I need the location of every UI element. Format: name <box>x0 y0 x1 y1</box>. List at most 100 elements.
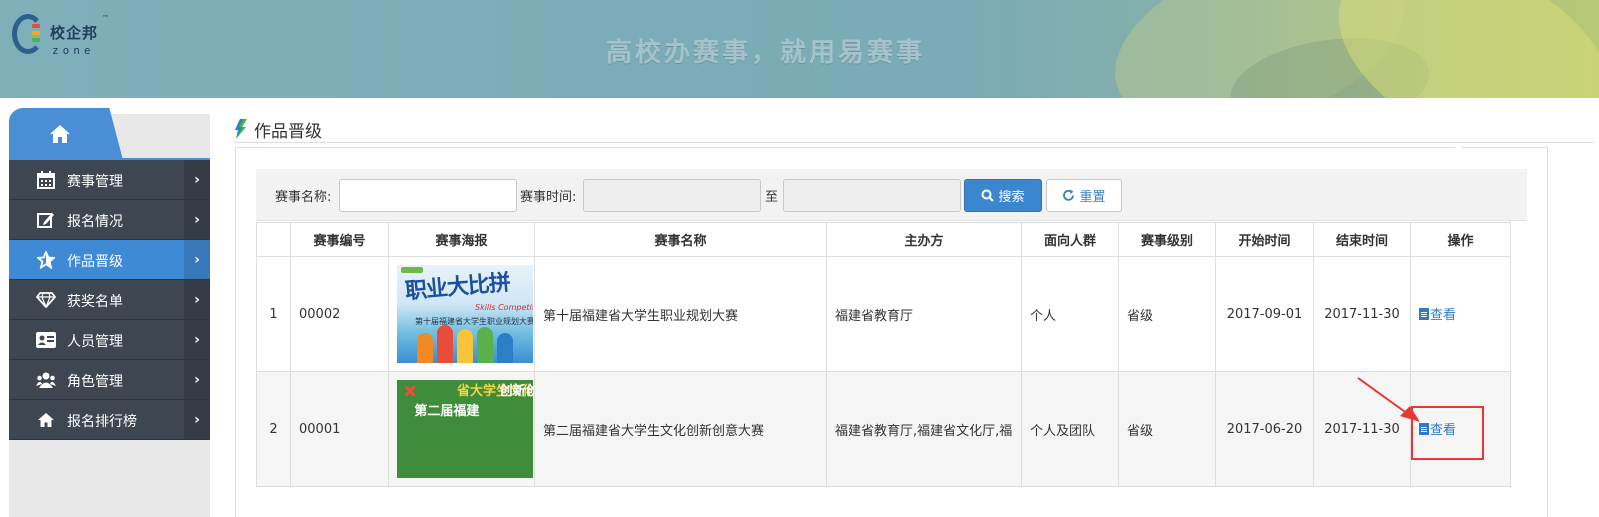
event-name: 第二届福建省大学生文化创新创意大赛 <box>534 371 827 487</box>
action-cell: 查看 <box>1410 256 1511 372</box>
event-start-date: 2017-09-01 <box>1215 256 1314 372</box>
date-range-separator: 至 <box>765 190 779 205</box>
header-slogan: 高校办赛事，就用易赛事 <box>606 38 926 68</box>
id-card-icon <box>36 331 56 349</box>
column-header: 面向人群 <box>1021 222 1119 257</box>
poster-figure <box>437 325 453 363</box>
sidebar-item-label: 赛事管理 <box>67 174 123 190</box>
chevron-right-icon: › <box>184 240 210 279</box>
event-poster-image[interactable]: 职业大比拼 Skills Competition 第十届福建省大学生职业规划大赛 <box>397 265 533 363</box>
sidebar-item-ranking[interactable]: 报名排行榜 › <box>9 400 210 440</box>
logo-text: 校企邦 <box>50 24 99 42</box>
edit-icon <box>36 211 56 229</box>
event-name: 第十届福建省大学生职业规划大赛 <box>534 256 827 372</box>
refresh-icon <box>1062 189 1075 202</box>
event-organizer: 福建省教育厅 <box>826 256 1022 372</box>
sidebar-item-label: 人员管理 <box>67 334 123 350</box>
event-audience: 个人及团队 <box>1021 371 1119 487</box>
logo-subtext: zone <box>52 44 95 57</box>
event-poster-image[interactable]: 第二届福建 省大学生文化 创新创意大赛 <box>397 380 533 478</box>
poster-english-text: Skills Competition <box>475 303 533 312</box>
page-title: 作品晋级 <box>254 122 322 142</box>
column-header: 结束时间 <box>1313 222 1411 257</box>
search-button[interactable]: 搜索 <box>964 179 1042 212</box>
sidebar-item-personnel[interactable]: 人员管理 › <box>9 320 210 360</box>
home-icon <box>50 125 70 143</box>
poster-figure <box>457 329 473 363</box>
event-level: 省级 <box>1118 256 1216 372</box>
sidebar-item-work-promotion[interactable]: 作品晋级 › <box>9 240 210 280</box>
poster-cell: 职业大比拼 Skills Competition 第十届福建省大学生职业规划大赛 <box>388 256 535 372</box>
star-icon <box>36 251 56 269</box>
event-name-input[interactable] <box>339 179 517 212</box>
search-bar: 赛事名称: 赛事时间: 至 搜索 重置 <box>256 169 1527 221</box>
row-index: 2 <box>256 371 291 487</box>
home-tab[interactable] <box>9 108 123 160</box>
poster-figure <box>477 327 493 363</box>
event-name-label: 赛事名称: <box>275 190 332 205</box>
sidebar-item-event-management[interactable]: 赛事管理 › <box>9 160 210 200</box>
reset-button-label: 重置 <box>1079 190 1106 205</box>
search-button-label: 搜索 <box>998 190 1025 205</box>
poster-logo <box>401 267 423 273</box>
reset-button[interactable]: 重置 <box>1046 179 1122 212</box>
column-header: 赛事级别 <box>1118 222 1216 257</box>
view-link[interactable]: 查看 <box>1419 304 1456 323</box>
column-header: 操作 <box>1410 222 1511 257</box>
table-row[interactable]: 1 00002 职业大比拼 Skills Competition 第十届福建省大… <box>256 256 1511 372</box>
diamond-icon <box>36 291 56 309</box>
search-icon <box>981 189 995 202</box>
panel-notch <box>1455 146 1461 150</box>
table-row[interactable]: 2 00001 第二届福建 省大学生文化 创新创意大赛 第二届福建省大学生文化创… <box>256 371 1511 487</box>
row-index: 1 <box>256 256 291 372</box>
title-divider <box>234 142 1594 143</box>
logo[interactable]: 校企邦 zone ™ <box>12 12 122 62</box>
home-icon <box>36 411 56 429</box>
event-code: 00001 <box>290 371 389 487</box>
poster-column-text: 第二届福建 <box>414 404 480 419</box>
poster-column-text: 创新创意大赛 <box>499 384 533 399</box>
sidebar-item-label: 角色管理 <box>67 374 123 390</box>
column-header <box>256 222 291 257</box>
poster-subtitle: 第十届福建省大学生职业规划大赛 <box>415 317 533 326</box>
poster-cell: 第二届福建 省大学生文化 创新创意大赛 <box>388 371 535 487</box>
event-organizer: 福建省教育厅,福建省文化厅,福 <box>826 371 1022 487</box>
chevron-right-icon: › <box>184 400 210 439</box>
event-start-date: 2017-06-20 <box>1215 371 1314 487</box>
event-end-date: 2017-11-30 <box>1313 256 1411 372</box>
calendar-icon <box>36 171 56 189</box>
sidebar-item-registration[interactable]: 报名情况 › <box>9 200 210 240</box>
sidebar-item-label: 报名排行榜 <box>67 414 137 430</box>
column-header: 主办方 <box>826 222 1022 257</box>
sidebar-item-award-list[interactable]: 获奖名单 › <box>9 280 210 320</box>
event-time-label: 赛事时间: <box>520 190 577 205</box>
table-header-row: 赛事编号 赛事海报 赛事名称 主办方 面向人群 赛事级别 开始时间 结束时间 操… <box>256 222 1511 257</box>
sidebar-item-label: 作品晋级 <box>67 254 123 270</box>
users-icon <box>36 371 56 389</box>
end-date-input[interactable] <box>783 179 961 212</box>
event-code: 00002 <box>290 256 389 372</box>
events-table: 赛事编号 赛事海报 赛事名称 主办方 面向人群 赛事级别 开始时间 结束时间 操… <box>256 222 1511 487</box>
sidebar-menu: 赛事管理 › 报名情况 › 作品晋级 › 获奖名单 › 人员管理 › 角色管理 … <box>9 160 210 440</box>
sidebar-item-label: 获奖名单 <box>67 294 123 310</box>
column-header: 赛事编号 <box>290 222 389 257</box>
poster-figure <box>497 333 513 363</box>
column-header: 赛事海报 <box>388 222 535 257</box>
sidebar-item-roles[interactable]: 角色管理 › <box>9 360 210 400</box>
column-header: 赛事名称 <box>534 222 827 257</box>
start-date-input[interactable] <box>583 179 761 212</box>
poster-text-columns: 第二届福建 省大学生文化 创新创意大赛 <box>397 380 533 478</box>
chevron-right-icon: › <box>184 200 210 239</box>
chevron-right-icon: › <box>184 280 210 319</box>
poster-figure <box>417 333 433 363</box>
sidebar-item-label: 报名情况 <box>67 214 123 230</box>
view-link-label: 查看 <box>1430 308 1457 324</box>
trademark: ™ <box>102 14 109 22</box>
column-header: 开始时间 <box>1215 222 1314 257</box>
chevron-right-icon: › <box>184 160 210 199</box>
sidebar: 赛事管理 › 报名情况 › 作品晋级 › 获奖名单 › 人员管理 › 角色管理 … <box>9 108 210 517</box>
lightning-icon <box>235 119 247 139</box>
document-icon <box>1419 307 1429 320</box>
page-header: 校企邦 zone ™ 高校办赛事，就用易赛事 <box>0 0 1599 98</box>
event-audience: 个人 <box>1021 256 1119 372</box>
